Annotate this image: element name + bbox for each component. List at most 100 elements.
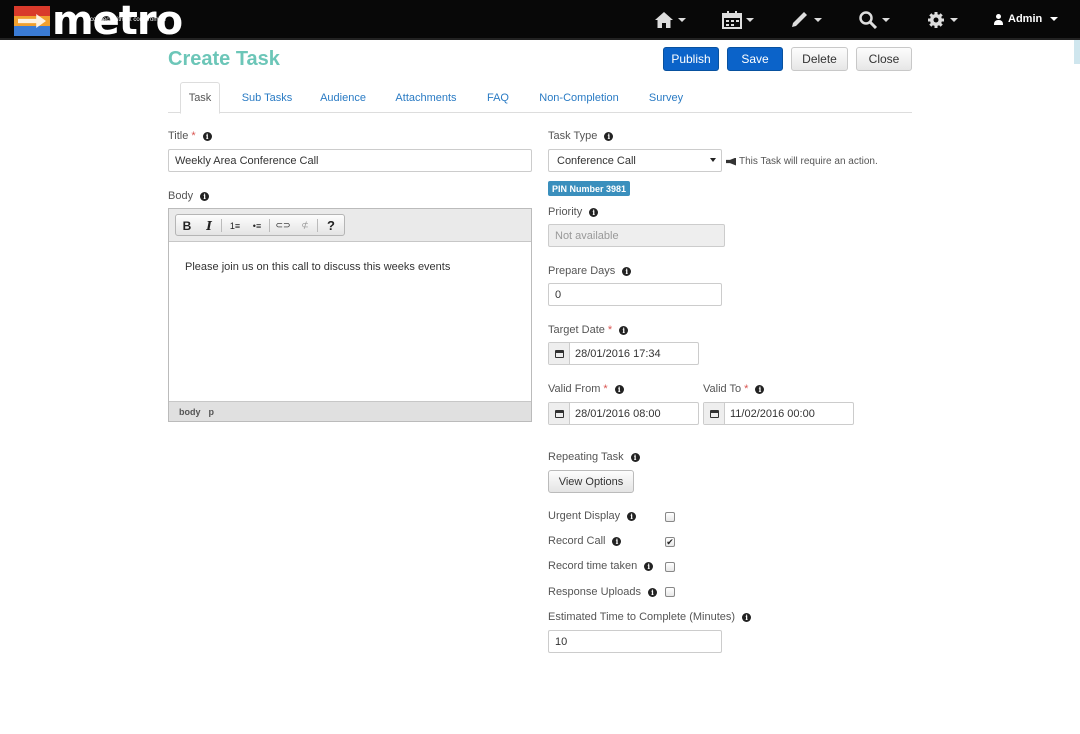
- valid-from-value: 28/01/2016 08:00: [575, 407, 661, 420]
- valid-to-value: 11/02/2016 00:00: [730, 407, 815, 420]
- tab-audience[interactable]: Audience: [312, 82, 374, 113]
- info-icon[interactable]: i: [755, 384, 765, 394]
- publish-button[interactable]: Publish: [663, 47, 719, 71]
- record-time-taken-checkbox[interactable]: [665, 562, 675, 572]
- estimated-time-input[interactable]: 10: [548, 630, 722, 653]
- link-button[interactable]: ⊂⊃: [274, 217, 292, 234]
- calendar-button[interactable]: [704, 403, 725, 424]
- chevron-down-icon: [814, 18, 822, 22]
- metro-logo[interactable]: metro connect without compromise: [14, 0, 183, 44]
- calendar-icon: [709, 409, 719, 418]
- record-call-label: Record Call i: [548, 535, 622, 547]
- info-icon[interactable]: i: [202, 131, 212, 141]
- response-uploads-checkbox[interactable]: [665, 587, 675, 597]
- view-options-button[interactable]: View Options: [548, 470, 634, 493]
- valid-to-input[interactable]: 11/02/2016 00:00: [703, 402, 854, 425]
- editor-button-group: B I 1≡ •≡ ⊂⊃ ⊄ ?: [175, 214, 345, 236]
- valid-from-input[interactable]: 28/01/2016 08:00: [548, 402, 699, 425]
- page-scroll-indicator: [1074, 40, 1080, 64]
- info-icon[interactable]: i: [630, 452, 640, 462]
- valid-to-label: Valid To * i: [703, 383, 765, 395]
- calendar-icon: [554, 409, 564, 418]
- calendar-icon: [722, 11, 742, 29]
- target-date-label: Target Date * i: [548, 324, 629, 336]
- top-navbar: metro connect without compromise Admin: [0, 0, 1080, 44]
- calendar-icon: [554, 349, 564, 358]
- ordered-list-button[interactable]: 1≡: [226, 217, 244, 234]
- calendar-button[interactable]: [549, 403, 570, 424]
- calendar-button[interactable]: [549, 343, 570, 364]
- prepare-days-label: Prepare Days i: [548, 265, 632, 277]
- info-icon[interactable]: i: [627, 511, 637, 521]
- unlink-button[interactable]: ⊄: [296, 217, 314, 234]
- pin-number-badge: PIN Number 3981: [548, 181, 631, 196]
- prepare-days-input[interactable]: 0: [548, 283, 722, 306]
- info-icon[interactable]: i: [644, 561, 654, 571]
- info-icon[interactable]: i: [742, 612, 752, 622]
- tab-task[interactable]: Task: [180, 82, 220, 114]
- estimated-time-label: Estimated Time to Complete (Minutes) i: [548, 611, 752, 623]
- nav-edit-menu[interactable]: [790, 9, 822, 31]
- tab-survey[interactable]: Survey: [642, 82, 690, 113]
- task-type-select[interactable]: Conference Call: [548, 149, 722, 172]
- user-name: Admin: [1008, 13, 1043, 25]
- info-icon[interactable]: i: [200, 191, 210, 201]
- target-date-value: 28/01/2016 17:34: [575, 347, 661, 360]
- status-path-body[interactable]: body: [179, 407, 201, 417]
- home-icon: [655, 12, 673, 28]
- info-icon[interactable]: i: [612, 536, 622, 546]
- task-tabs: Task Sub Tasks Audience Attachments FAQ …: [168, 82, 912, 114]
- required-marker: *: [603, 383, 608, 395]
- select-arrow-icon: [710, 158, 716, 162]
- info-icon[interactable]: i: [604, 131, 614, 141]
- user-menu[interactable]: Admin: [994, 13, 1059, 25]
- tab-sub-tasks[interactable]: Sub Tasks: [234, 82, 300, 113]
- body-editor: B I 1≡ •≡ ⊂⊃ ⊄ ? Please join us on this …: [168, 208, 532, 422]
- target-date-input[interactable]: 28/01/2016 17:34: [548, 342, 699, 365]
- tab-attachments[interactable]: Attachments: [390, 82, 462, 113]
- response-uploads-label: Response Uploads i: [548, 586, 657, 598]
- chevron-down-icon: [950, 18, 958, 22]
- required-marker: *: [191, 130, 196, 142]
- save-button[interactable]: Save: [727, 47, 783, 71]
- chevron-down-icon: [1050, 17, 1059, 21]
- nav-calendar-menu[interactable]: [722, 9, 754, 31]
- nav-search-menu[interactable]: [858, 9, 890, 31]
- chevron-down-icon: [882, 18, 890, 22]
- required-marker: *: [607, 324, 613, 336]
- info-icon[interactable]: i: [614, 384, 624, 394]
- info-icon[interactable]: i: [619, 325, 629, 335]
- nav-home-menu[interactable]: [654, 9, 686, 31]
- tab-faq[interactable]: FAQ: [480, 82, 516, 113]
- chevron-down-icon: [746, 18, 754, 22]
- unordered-list-button[interactable]: •≡: [248, 217, 266, 234]
- logo-tagline: connect without compromise: [90, 17, 167, 23]
- tab-non-completion[interactable]: Non-Completion: [534, 82, 624, 113]
- page-title: Create Task: [168, 48, 280, 70]
- title-input[interactable]: Weekly Area Conference Call: [168, 149, 532, 172]
- help-button[interactable]: ?: [322, 217, 340, 234]
- info-icon[interactable]: i: [622, 266, 632, 276]
- editor-content[interactable]: Please join us on this call to discuss t…: [185, 261, 450, 273]
- delete-button[interactable]: Delete: [791, 47, 848, 71]
- bold-button[interactable]: B: [178, 217, 196, 234]
- user-icon: [994, 13, 1003, 25]
- logo-wordmark: metro connect without compromise: [52, 0, 183, 44]
- info-icon[interactable]: i: [589, 207, 599, 217]
- editor-status-path: body p: [169, 401, 531, 421]
- editor-toolbar: B I 1≡ •≡ ⊂⊃ ⊄ ?: [169, 209, 531, 242]
- status-path-p[interactable]: p: [209, 407, 215, 417]
- priority-input: Not available: [548, 224, 725, 247]
- record-time-taken-label: Record time taken i: [548, 560, 654, 572]
- valid-from-label: Valid From * i: [548, 383, 624, 395]
- required-marker: *: [744, 383, 749, 395]
- nav-settings-menu[interactable]: [926, 9, 958, 31]
- priority-label: Priority i: [548, 206, 599, 218]
- body-label: Body i: [168, 190, 210, 202]
- record-call-checkbox[interactable]: ✔: [665, 537, 675, 547]
- close-button[interactable]: Close: [856, 47, 912, 71]
- italic-button[interactable]: I: [200, 217, 218, 234]
- info-icon[interactable]: i: [647, 587, 657, 597]
- urgent-display-checkbox[interactable]: [665, 512, 675, 522]
- gear-icon: [928, 12, 944, 28]
